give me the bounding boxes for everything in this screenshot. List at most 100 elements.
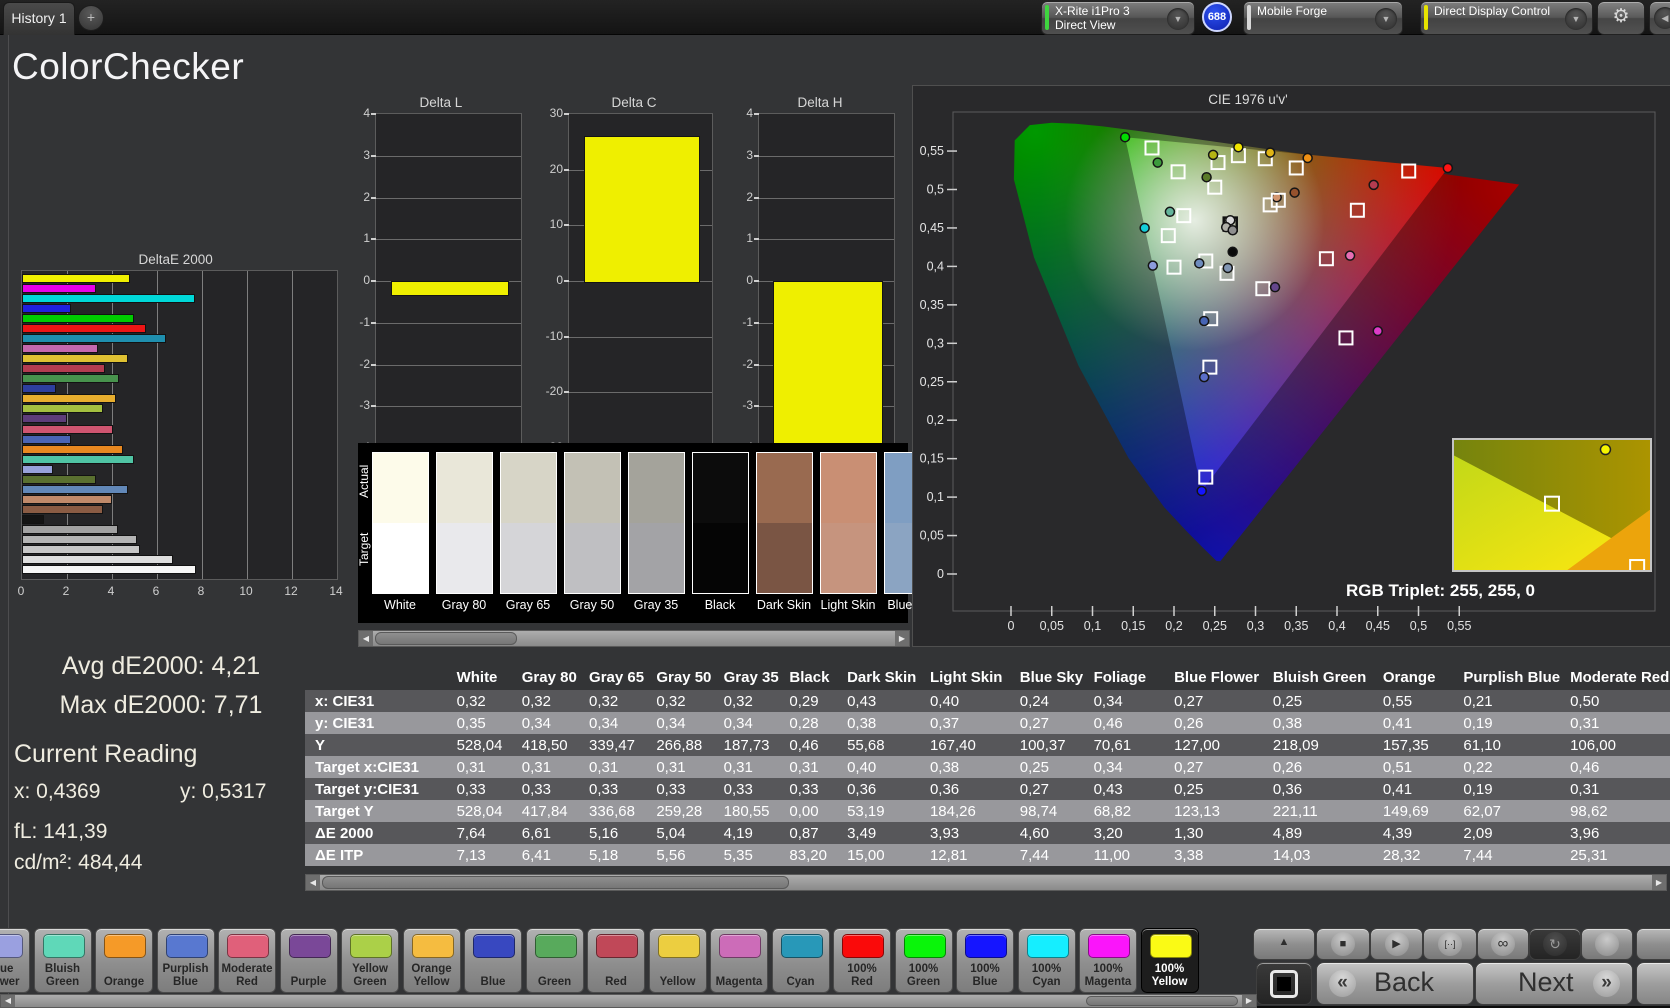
- add-tab-button[interactable]: +: [78, 5, 104, 31]
- measured-marker-gray-blue: [1223, 263, 1232, 272]
- patch-button-orange-yellow[interactable]: Orange Yellow: [403, 928, 461, 993]
- actual-swatch: [693, 453, 748, 523]
- swatch-strip-scrollbar[interactable]: ◀▶: [358, 630, 910, 647]
- pattern-window-button[interactable]: [1256, 962, 1312, 1005]
- swatch-gray-80[interactable]: [436, 452, 493, 594]
- pattern-up-button[interactable]: ▲: [1253, 928, 1315, 960]
- patch-button-100-cyan[interactable]: 100% Cyan: [1018, 928, 1076, 993]
- patch-button-green[interactable]: Green: [526, 928, 584, 993]
- scroll-left-button[interactable]: ◀: [359, 631, 373, 646]
- patch-button-100-green[interactable]: 100% Green: [895, 928, 953, 993]
- swatch-gray-50[interactable]: [564, 452, 621, 594]
- patch-button-bluish-green[interactable]: Bluish Green: [34, 928, 92, 993]
- cell-value: 0,21: [1453, 690, 1560, 712]
- cell-value: 528,04: [447, 734, 512, 756]
- cell-value: 259,28: [646, 800, 713, 822]
- tick-label: 1: [725, 231, 753, 245]
- tick-label: 0,35: [1284, 619, 1308, 633]
- cell-value: 0,32: [714, 690, 780, 712]
- de-bar-100-magenta: [22, 284, 96, 293]
- tick-label: 4: [725, 106, 753, 120]
- patch-button-100-yellow[interactable]: 100% Yellow: [1141, 928, 1199, 993]
- patch-button-cyan[interactable]: Cyan: [772, 928, 830, 993]
- chart-title-delta-c: Delta C: [612, 95, 657, 110]
- swatch-white[interactable]: [372, 452, 429, 594]
- scroll-thumb[interactable]: [1086, 996, 1238, 1006]
- scroll-thumb[interactable]: [375, 632, 517, 645]
- swatch-light-skin[interactable]: [820, 452, 877, 594]
- meter-status-bar: [1045, 5, 1049, 30]
- patch-button-red[interactable]: Red: [587, 928, 645, 993]
- cell-value: 0,33: [579, 778, 646, 800]
- cell-value: 53,19: [837, 800, 920, 822]
- cell-value: 0,32: [512, 690, 579, 712]
- scroll-right-button[interactable]: ▶: [895, 631, 909, 646]
- cell-value: 0,25: [1010, 756, 1084, 778]
- meter-dropdown[interactable]: X-Rite i1Pro 3 Direct View ▼: [1041, 1, 1195, 35]
- patch-button-100-red[interactable]: 100% Red: [833, 928, 891, 993]
- refresh-button[interactable]: ↻: [1529, 928, 1581, 960]
- scroll-left-button[interactable]: ◀: [1, 995, 15, 1007]
- cell-value: 0,32: [447, 690, 512, 712]
- device-dropdown[interactable]: Direct Display Control ▼: [1420, 1, 1593, 35]
- scroll-left-button[interactable]: ◀: [306, 875, 320, 890]
- tick: [564, 391, 569, 393]
- stop-button[interactable]: ■: [1316, 928, 1370, 960]
- patch-button-yellow-green[interactable]: Yellow Green: [341, 928, 399, 993]
- chevron-down-icon[interactable]: ▼: [1375, 8, 1397, 30]
- back-button[interactable]: «Back: [1316, 962, 1474, 1005]
- tick-label: 8: [191, 584, 211, 598]
- record-button[interactable]: [1581, 928, 1633, 960]
- patch-button-purple[interactable]: Purple: [280, 928, 338, 993]
- scroll-thumb[interactable]: [322, 876, 789, 889]
- de-bar-orange-yellow: [22, 394, 116, 403]
- tick-label: 0,35: [920, 298, 944, 312]
- patch-button-100-blue[interactable]: 100% Blue: [956, 928, 1014, 993]
- patch-button-blue-flower[interactable]: Blue Flower: [0, 928, 30, 993]
- cell-value: 0,34: [1084, 756, 1165, 778]
- cie-inset-zoom: [1453, 439, 1651, 574]
- patch-label: Blue: [466, 976, 520, 989]
- scroll-right-button[interactable]: ▶: [1652, 875, 1666, 890]
- scroll-right-button[interactable]: ▶: [1242, 995, 1256, 1007]
- patch-button-magenta[interactable]: Magenta: [710, 928, 768, 993]
- source-dropdown[interactable]: Mobile Forge ▼: [1243, 1, 1403, 35]
- swatch-black[interactable]: [692, 452, 749, 594]
- chart-title-delta-l: Delta L: [420, 95, 463, 110]
- patch-button-blue[interactable]: Blue: [464, 928, 522, 993]
- swatch-dark-skin[interactable]: [756, 452, 813, 594]
- next-button[interactable]: Next»: [1475, 962, 1633, 1005]
- tick-label: 30: [535, 106, 563, 120]
- swatch-gray-65[interactable]: [500, 452, 557, 594]
- play-button[interactable]: ▶: [1370, 928, 1423, 960]
- reading-y-value: y: 0,5317: [180, 780, 266, 804]
- cell-value: 0,34: [1084, 690, 1165, 712]
- swatch-gray-35[interactable]: [628, 452, 685, 594]
- settings-button[interactable]: ⚙: [1597, 1, 1645, 35]
- transport-button-partial[interactable]: [1636, 928, 1670, 960]
- infinite-loop-button[interactable]: ∞: [1477, 928, 1529, 960]
- nav-button-partial[interactable]: [1636, 962, 1670, 1005]
- patch-button-purplish-blue[interactable]: Purplish Blue: [157, 928, 215, 993]
- max-de2000-value: Max dE2000: 7,71: [30, 691, 292, 720]
- collapse-panel-button[interactable]: ◀: [1649, 1, 1670, 35]
- tick-label: -2: [725, 357, 753, 371]
- tab-history-1[interactable]: History 1: [3, 2, 75, 35]
- patch-button-yellow[interactable]: Yellow: [649, 928, 707, 993]
- chevron-down-icon[interactable]: ▼: [1565, 8, 1587, 30]
- chevron-down-icon[interactable]: ▼: [1167, 8, 1189, 30]
- patch-button-orange[interactable]: Orange: [95, 928, 153, 993]
- column-header-white: White: [447, 664, 512, 690]
- step-range-button[interactable]: [··]: [1423, 928, 1477, 960]
- patch-button-100-magenta[interactable]: 100% Magenta: [1079, 928, 1137, 993]
- cell-value: 0,26: [1263, 756, 1373, 778]
- cell-value: 2,09: [1453, 822, 1560, 844]
- de-bar-foliage: [22, 475, 96, 484]
- patch-label: Magenta: [712, 976, 766, 989]
- patch-button-moderate-red[interactable]: Moderate Red: [218, 928, 276, 993]
- gridline: [247, 271, 248, 579]
- cell-value: 98,62: [1560, 800, 1670, 822]
- cell-value: 0,41: [1373, 778, 1454, 800]
- column-header-light-skin: Light Skin: [920, 664, 1010, 690]
- table-scrollbar[interactable]: ◀▶: [305, 874, 1667, 891]
